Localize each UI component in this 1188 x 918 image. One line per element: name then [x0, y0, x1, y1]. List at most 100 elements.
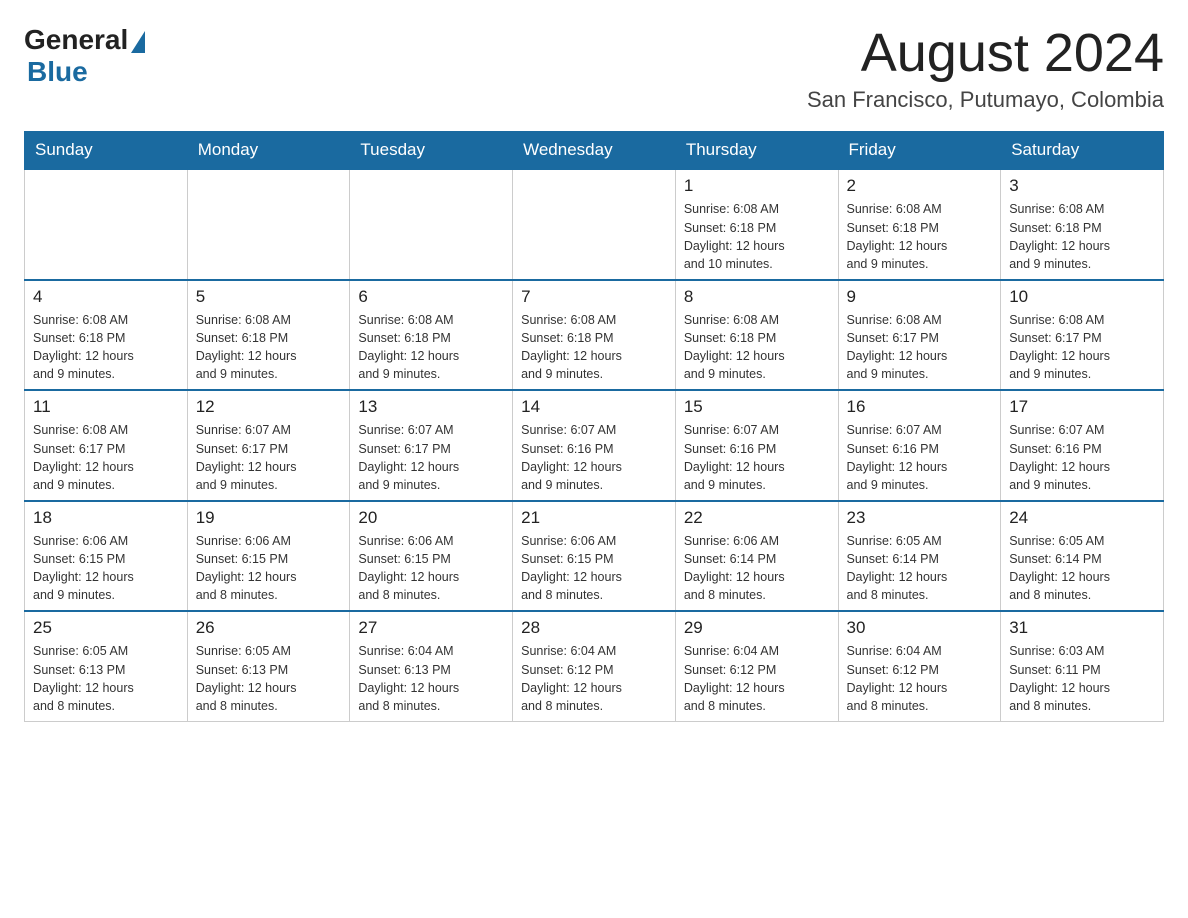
calendar-cell: 1 Sunrise: 6:08 AM Sunset: 6:18 PM Daylig…	[675, 169, 838, 280]
day-number: 7	[521, 287, 667, 307]
day-number: 17	[1009, 397, 1155, 417]
day-number: 1	[684, 176, 830, 196]
day-info: Sunrise: 6:07 AM Sunset: 6:17 PM Dayligh…	[196, 421, 342, 494]
calendar-cell: 21Sunrise: 6:06 AM Sunset: 6:15 PM Dayli…	[513, 501, 676, 612]
day-info: Sunrise: 6:04 AM Sunset: 6:12 PM Dayligh…	[684, 642, 830, 715]
day-number: 16	[847, 397, 993, 417]
day-info: Sunrise: 6:05 AM Sunset: 6:13 PM Dayligh…	[196, 642, 342, 715]
weekday-header-wednesday: Wednesday	[513, 132, 676, 170]
day-number: 13	[358, 397, 504, 417]
day-info: Sunrise: 6:06 AM Sunset: 6:14 PM Dayligh…	[684, 532, 830, 605]
day-number: 14	[521, 397, 667, 417]
day-info: Sunrise: 6:05 AM Sunset: 6:14 PM Dayligh…	[847, 532, 993, 605]
day-info: Sunrise: 6:08 AM Sunset: 6:18 PM Dayligh…	[684, 311, 830, 384]
day-info: Sunrise: 6:08 AM Sunset: 6:17 PM Dayligh…	[1009, 311, 1155, 384]
calendar-cell	[25, 169, 188, 280]
logo-blue-text: Blue	[27, 56, 88, 88]
day-number: 23	[847, 508, 993, 528]
weekday-header-sunday: Sunday	[25, 132, 188, 170]
day-info: Sunrise: 6:08 AM Sunset: 6:18 PM Dayligh…	[521, 311, 667, 384]
calendar-cell: 11 Sunrise: 6:08 AM Sunset: 6:17 PM Dayli…	[25, 390, 188, 501]
day-number: 12	[196, 397, 342, 417]
week-row-1: 1 Sunrise: 6:08 AM Sunset: 6:18 PM Daylig…	[25, 169, 1164, 280]
day-info: Sunrise: 6:08 AM Sunset: 6:18 PM Dayligh…	[196, 311, 342, 384]
calendar-cell: 2 Sunrise: 6:08 AM Sunset: 6:18 PM Daylig…	[838, 169, 1001, 280]
calendar-cell: 20 Sunrise: 6:06 AM Sunset: 6:15 PM Dayli…	[350, 501, 513, 612]
calendar-cell: 6Sunrise: 6:08 AM Sunset: 6:18 PM Daylig…	[350, 280, 513, 391]
day-number: 28	[521, 618, 667, 638]
day-info: Sunrise: 6:06 AM Sunset: 6:15 PM Dayligh…	[196, 532, 342, 605]
calendar-cell	[350, 169, 513, 280]
week-row-2: 4Sunrise: 6:08 AM Sunset: 6:18 PM Daylig…	[25, 280, 1164, 391]
day-number: 31	[1009, 618, 1155, 638]
calendar-cell: 29 Sunrise: 6:04 AM Sunset: 6:12 PM Dayli…	[675, 611, 838, 721]
logo-general-text: General	[24, 24, 128, 56]
day-info: Sunrise: 6:06 AM Sunset: 6:15 PM Dayligh…	[33, 532, 179, 605]
title-block: August 2024 San Francisco, Putumayo, Col…	[807, 24, 1164, 113]
day-number: 25	[33, 618, 179, 638]
day-info: Sunrise: 6:08 AM Sunset: 6:17 PM Dayligh…	[847, 311, 993, 384]
day-number: 10	[1009, 287, 1155, 307]
day-number: 2	[847, 176, 993, 196]
calendar-cell: 13 Sunrise: 6:07 AM Sunset: 6:17 PM Dayli…	[350, 390, 513, 501]
day-number: 5	[196, 287, 342, 307]
day-info: Sunrise: 6:05 AM Sunset: 6:13 PM Dayligh…	[33, 642, 179, 715]
calendar-cell: 9Sunrise: 6:08 AM Sunset: 6:17 PM Daylig…	[838, 280, 1001, 391]
day-info: Sunrise: 6:08 AM Sunset: 6:18 PM Dayligh…	[847, 200, 993, 273]
day-info: Sunrise: 6:07 AM Sunset: 6:16 PM Dayligh…	[1009, 421, 1155, 494]
weekday-header-monday: Monday	[187, 132, 350, 170]
day-number: 8	[684, 287, 830, 307]
weekday-header-friday: Friday	[838, 132, 1001, 170]
calendar-cell: 4Sunrise: 6:08 AM Sunset: 6:18 PM Daylig…	[25, 280, 188, 391]
day-info: Sunrise: 6:06 AM Sunset: 6:15 PM Dayligh…	[521, 532, 667, 605]
header: General Blue August 2024 San Francisco, …	[24, 24, 1164, 113]
day-number: 19	[196, 508, 342, 528]
calendar-subtitle: San Francisco, Putumayo, Colombia	[807, 87, 1164, 113]
weekday-header-row: SundayMondayTuesdayWednesdayThursdayFrid…	[25, 132, 1164, 170]
day-info: Sunrise: 6:04 AM Sunset: 6:13 PM Dayligh…	[358, 642, 504, 715]
calendar-cell: 10 Sunrise: 6:08 AM Sunset: 6:17 PM Dayli…	[1001, 280, 1164, 391]
calendar-cell: 19 Sunrise: 6:06 AM Sunset: 6:15 PM Dayli…	[187, 501, 350, 612]
week-row-5: 25 Sunrise: 6:05 AM Sunset: 6:13 PM Dayli…	[25, 611, 1164, 721]
calendar-cell: 18Sunrise: 6:06 AM Sunset: 6:15 PM Dayli…	[25, 501, 188, 612]
day-info: Sunrise: 6:07 AM Sunset: 6:16 PM Dayligh…	[684, 421, 830, 494]
calendar-title: August 2024	[807, 24, 1164, 83]
weekday-header-thursday: Thursday	[675, 132, 838, 170]
calendar-cell	[513, 169, 676, 280]
logo-top: General	[24, 24, 145, 56]
weekday-header-saturday: Saturday	[1001, 132, 1164, 170]
calendar-cell: 17 Sunrise: 6:07 AM Sunset: 6:16 PM Dayli…	[1001, 390, 1164, 501]
day-info: Sunrise: 6:06 AM Sunset: 6:15 PM Dayligh…	[358, 532, 504, 605]
calendar-cell: 28 Sunrise: 6:04 AM Sunset: 6:12 PM Dayli…	[513, 611, 676, 721]
calendar-cell: 31 Sunrise: 6:03 AM Sunset: 6:11 PM Dayli…	[1001, 611, 1164, 721]
calendar-cell: 25 Sunrise: 6:05 AM Sunset: 6:13 PM Dayli…	[25, 611, 188, 721]
day-info: Sunrise: 6:04 AM Sunset: 6:12 PM Dayligh…	[521, 642, 667, 715]
calendar-cell: 5 Sunrise: 6:08 AM Sunset: 6:18 PM Daylig…	[187, 280, 350, 391]
calendar-cell: 8 Sunrise: 6:08 AM Sunset: 6:18 PM Daylig…	[675, 280, 838, 391]
day-info: Sunrise: 6:08 AM Sunset: 6:18 PM Dayligh…	[684, 200, 830, 273]
day-number: 20	[358, 508, 504, 528]
day-number: 3	[1009, 176, 1155, 196]
calendar-cell: 24Sunrise: 6:05 AM Sunset: 6:14 PM Dayli…	[1001, 501, 1164, 612]
calendar-cell: 16Sunrise: 6:07 AM Sunset: 6:16 PM Dayli…	[838, 390, 1001, 501]
day-info: Sunrise: 6:08 AM Sunset: 6:18 PM Dayligh…	[1009, 200, 1155, 273]
calendar-cell: 22Sunrise: 6:06 AM Sunset: 6:14 PM Dayli…	[675, 501, 838, 612]
week-row-3: 11 Sunrise: 6:08 AM Sunset: 6:17 PM Dayli…	[25, 390, 1164, 501]
logo-triangle-icon	[131, 31, 145, 53]
day-number: 29	[684, 618, 830, 638]
day-info: Sunrise: 6:04 AM Sunset: 6:12 PM Dayligh…	[847, 642, 993, 715]
week-row-4: 18Sunrise: 6:06 AM Sunset: 6:15 PM Dayli…	[25, 501, 1164, 612]
day-number: 30	[847, 618, 993, 638]
logo: General Blue	[24, 24, 145, 88]
calendar-table: SundayMondayTuesdayWednesdayThursdayFrid…	[24, 131, 1164, 722]
calendar-cell: 15Sunrise: 6:07 AM Sunset: 6:16 PM Dayli…	[675, 390, 838, 501]
day-number: 11	[33, 397, 179, 417]
day-info: Sunrise: 6:08 AM Sunset: 6:17 PM Dayligh…	[33, 421, 179, 494]
page: General Blue August 2024 San Francisco, …	[0, 0, 1188, 746]
day-info: Sunrise: 6:08 AM Sunset: 6:18 PM Dayligh…	[358, 311, 504, 384]
day-info: Sunrise: 6:05 AM Sunset: 6:14 PM Dayligh…	[1009, 532, 1155, 605]
day-info: Sunrise: 6:03 AM Sunset: 6:11 PM Dayligh…	[1009, 642, 1155, 715]
calendar-cell: 27Sunrise: 6:04 AM Sunset: 6:13 PM Dayli…	[350, 611, 513, 721]
day-number: 26	[196, 618, 342, 638]
day-info: Sunrise: 6:07 AM Sunset: 6:17 PM Dayligh…	[358, 421, 504, 494]
